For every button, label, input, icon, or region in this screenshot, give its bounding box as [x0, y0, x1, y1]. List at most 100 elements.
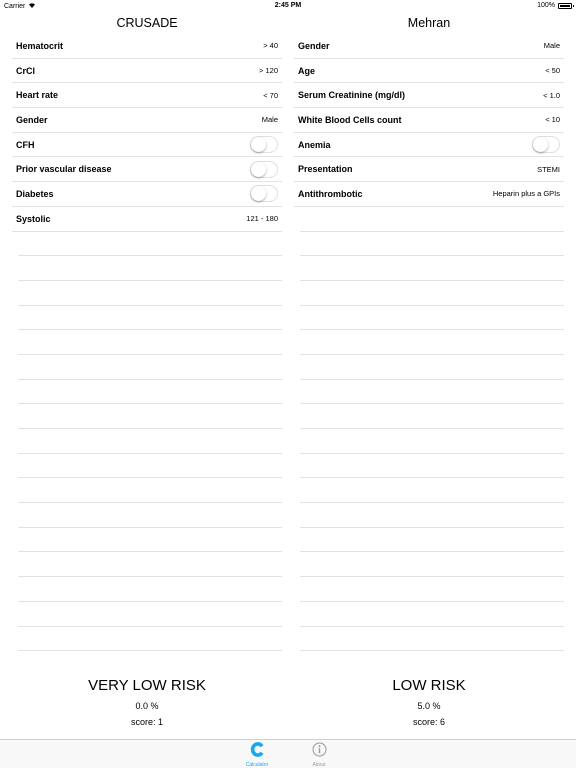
- empty-row: [18, 380, 282, 405]
- crusade-row-cfh: CFH: [12, 133, 282, 158]
- tab-calculator[interactable]: Calculator: [237, 742, 277, 768]
- row-value: < 70: [263, 90, 278, 100]
- empty-row: [18, 256, 282, 281]
- mehran-row-presentation[interactable]: Presentation STEMI: [294, 157, 564, 183]
- mehran-row-white-blood-cells[interactable]: White Blood Cells count < 10: [294, 108, 564, 133]
- row-value: Male: [543, 41, 560, 51]
- empty-row: [18, 306, 282, 331]
- empty-row: [300, 602, 564, 627]
- crusade-row-prior-vascular-disease: Prior vascular disease: [12, 157, 282, 183]
- row-label: Gender: [16, 114, 48, 125]
- anemia-toggle[interactable]: [532, 136, 560, 154]
- row-value: > 40: [263, 41, 278, 51]
- battery-percent: 100%: [537, 2, 555, 9]
- row-value: Male: [261, 115, 278, 125]
- row-label: Heart rate: [16, 90, 59, 101]
- empty-row: [300, 330, 564, 355]
- empty-row: [18, 355, 282, 380]
- tab-about[interactable]: About: [299, 742, 339, 768]
- empty-row: [300, 256, 564, 281]
- row-value: Heparin plus a GPIs: [492, 189, 560, 199]
- row-label: Age: [298, 65, 316, 76]
- empty-row: [300, 355, 564, 380]
- mehran-row-gender[interactable]: Gender Male: [294, 34, 564, 59]
- status-bar: Carrier 2:45 PM 100%: [0, 0, 576, 12]
- empty-row: [300, 281, 564, 306]
- crusade-risk-level: VERY LOW RISK: [88, 677, 206, 694]
- mehran-row-anemia: Anemia: [294, 133, 564, 158]
- row-label: CFH: [16, 139, 35, 150]
- empty-row: [18, 429, 282, 454]
- crusade-title: CRUSADE: [116, 16, 178, 30]
- mehran-row-antithrombotic[interactable]: Antithrombotic Heparin plus a GPIs: [294, 182, 564, 207]
- empty-row: [18, 330, 282, 355]
- row-label: Serum Creatinine (mg/dl): [298, 90, 406, 101]
- mehran-risk-percent: 5.0 %: [417, 701, 441, 711]
- mehran-score: score: 6: [412, 717, 445, 727]
- tab-calculator-label: Calculator: [245, 762, 269, 768]
- cfh-toggle[interactable]: [250, 136, 278, 154]
- row-value: STEMI: [537, 164, 560, 174]
- empty-row: [18, 281, 282, 306]
- row-value: < 10: [545, 115, 560, 125]
- crusade-panel: CRUSADE Hematocrit > 40 CrCl > 120 Heart…: [12, 12, 282, 652]
- crusade-row-hematocrit[interactable]: Hematocrit > 40: [12, 34, 282, 59]
- info-icon: [299, 742, 339, 757]
- crusade-score: score: 1: [130, 717, 163, 727]
- crusade-row-heart-rate[interactable]: Heart rate < 70: [12, 83, 282, 109]
- crusade-result: VERY LOW RISK 0.0 % score: 1: [12, 676, 282, 727]
- mehran-title: Mehran: [407, 16, 451, 30]
- prior-vascular-disease-toggle[interactable]: [250, 160, 278, 178]
- empty-row: [300, 429, 564, 454]
- empty-row: [18, 552, 282, 578]
- crusade-row-diabetes: Diabetes: [12, 182, 282, 207]
- row-label: Antithrombotic: [298, 188, 363, 199]
- row-label: Diabetes: [16, 188, 54, 199]
- row-label: Gender: [298, 40, 330, 51]
- empty-row: [300, 627, 564, 652]
- mehran-row-age[interactable]: Age < 50: [294, 59, 564, 84]
- empty-row: [300, 503, 564, 528]
- empty-row: [18, 602, 282, 627]
- empty-row: [300, 380, 564, 405]
- empty-row: [18, 528, 282, 553]
- mehran-risk-level: LOW RISK: [392, 677, 466, 694]
- calculator-c-icon: [237, 742, 277, 757]
- crusade-row-crcl[interactable]: CrCl > 120: [12, 59, 282, 84]
- empty-row: [300, 478, 564, 504]
- diabetes-toggle[interactable]: [250, 185, 278, 203]
- row-label: Systolic: [16, 213, 51, 224]
- empty-row: [300, 454, 564, 479]
- row-value: > 120: [259, 66, 278, 76]
- empty-row: [18, 478, 282, 504]
- empty-row: [300, 404, 564, 429]
- empty-row: [18, 577, 282, 602]
- empty-row: [300, 528, 564, 553]
- empty-row: [300, 577, 564, 602]
- empty-row: [300, 306, 564, 331]
- empty-row: [18, 627, 282, 652]
- row-label: Prior vascular disease: [16, 164, 112, 175]
- empty-row: [300, 207, 564, 232]
- tab-about-label: About: [312, 762, 326, 768]
- status-right: 100%: [537, 2, 574, 9]
- row-value: < 50: [545, 66, 560, 76]
- crusade-row-systolic[interactable]: Systolic 121 - 180: [12, 207, 282, 232]
- empty-row: [300, 552, 564, 578]
- status-time: 2:45 PM: [274, 2, 302, 9]
- empty-row: [18, 454, 282, 479]
- row-label: Presentation: [298, 164, 353, 175]
- mehran-panel: Mehran Gender Male Age < 50 Serum Creati…: [294, 12, 564, 652]
- row-label: Anemia: [298, 139, 331, 150]
- battery-icon: [558, 2, 574, 9]
- empty-row: [18, 232, 282, 257]
- empty-row: [18, 404, 282, 429]
- row-value: 121 - 180: [246, 214, 278, 224]
- crusade-row-gender[interactable]: Gender Male: [12, 108, 282, 133]
- row-label: White Blood Cells count: [298, 114, 402, 125]
- row-label: Hematocrit: [16, 40, 64, 51]
- empty-row: [18, 503, 282, 528]
- mehran-result: LOW RISK 5.0 % score: 6: [294, 676, 564, 727]
- mehran-row-serum-creatinine[interactable]: Serum Creatinine (mg/dl) < 1.0: [294, 83, 564, 109]
- tab-bar: Calculator About: [0, 739, 576, 768]
